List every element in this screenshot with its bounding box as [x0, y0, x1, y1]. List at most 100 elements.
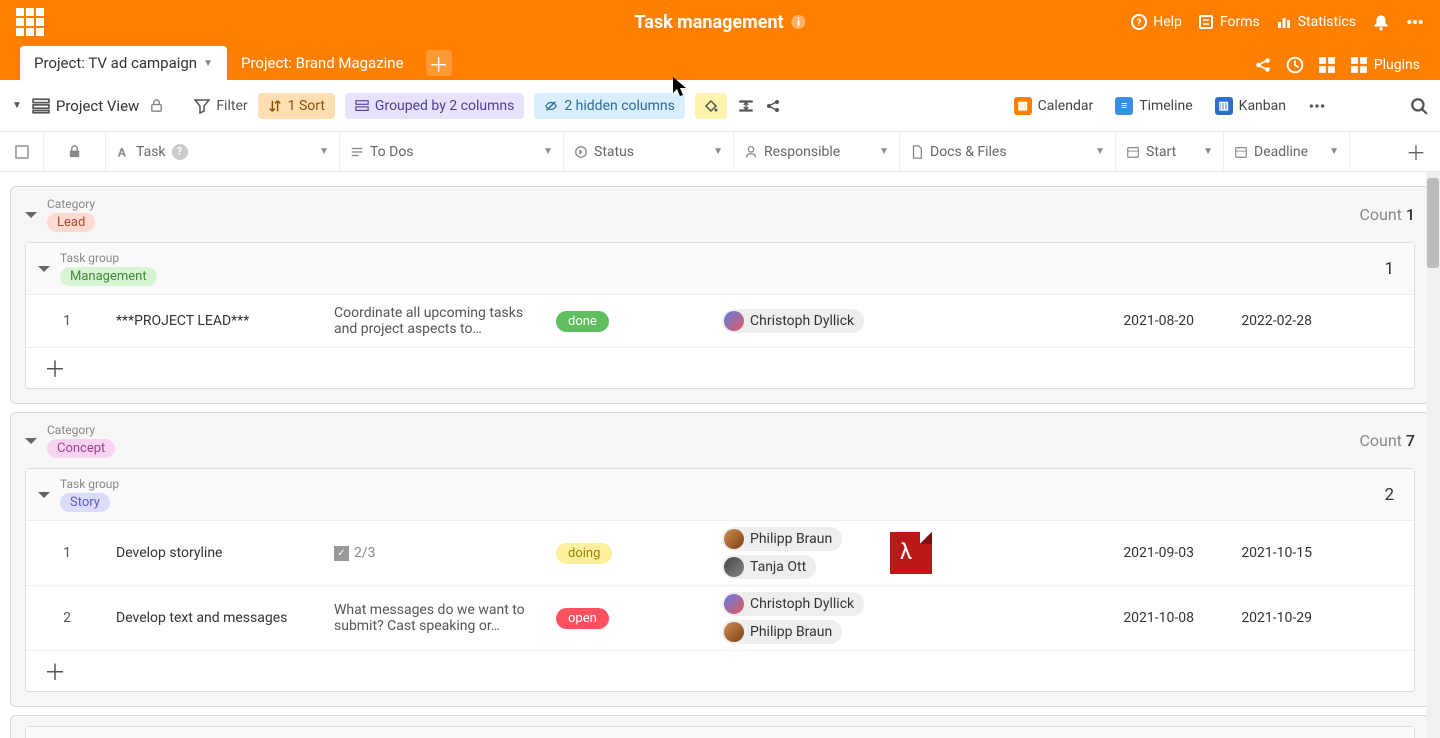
cell-todos[interactable]: What messages do we want to submit? Cast… [326, 586, 548, 650]
add-tab-button[interactable]: ＋ [426, 50, 452, 76]
column-docs[interactable]: Docs & Files ▼ [900, 132, 1116, 171]
cell-deadline[interactable]: 2022-02-28 [1204, 295, 1320, 347]
plus-icon[interactable]: ＋ [44, 655, 66, 687]
add-column-button[interactable]: ＋ [1392, 132, 1440, 171]
kanban-view-button[interactable]: ▥ Kanban [1215, 97, 1286, 115]
forms-link[interactable]: Forms [1198, 14, 1260, 30]
chevron-down-icon: ▼ [319, 146, 329, 157]
help-icon: ? [172, 144, 188, 160]
plus-icon[interactable]: ＋ [44, 352, 66, 384]
cell-task[interactable]: Develop text and messages [108, 586, 326, 650]
calendar-icon [1126, 145, 1140, 159]
calendar-view-button[interactable]: ▦ Calendar [1014, 97, 1094, 115]
cell-responsible[interactable]: Christoph Dyllick [718, 295, 882, 347]
cell-start[interactable]: 2021-08-20 [1096, 295, 1204, 347]
sort-button[interactable]: 1 Sort [258, 93, 335, 119]
cell-deadline[interactable]: 2021-10-29 [1204, 586, 1320, 650]
cell-responsible[interactable]: Christoph Dyllick Philipp Braun [718, 586, 882, 650]
cell-todos[interactable]: ✓2/3 [326, 521, 548, 585]
cell-status[interactable]: done [548, 295, 718, 347]
person-chip[interactable]: Christoph Dyllick [722, 309, 864, 333]
cell-docs[interactable] [882, 521, 1096, 585]
cell-todos[interactable]: Coordinate all upcoming tasks and projec… [326, 295, 548, 347]
status-badge: done [556, 311, 609, 332]
more-views-icon[interactable] [1308, 97, 1326, 115]
history-icon[interactable] [1286, 56, 1304, 74]
statistics-link[interactable]: Statistics [1276, 14, 1356, 30]
hidden-columns-button[interactable]: 2 hidden columns [534, 93, 685, 119]
pdf-icon[interactable] [890, 532, 932, 574]
cell-start[interactable]: 2021-10-08 [1096, 586, 1204, 650]
column-deadline[interactable]: Deadline ▼ [1224, 132, 1350, 171]
share-button[interactable] [765, 98, 781, 114]
scrollbar-thumb[interactable] [1427, 178, 1439, 268]
subgroup-header[interactable]: Task group Management 1 [26, 243, 1414, 295]
table-row[interactable]: 2 Develop text and messages What message… [26, 586, 1414, 651]
bell-icon[interactable] [1372, 13, 1390, 31]
help-link[interactable]: ? Help [1131, 14, 1182, 30]
cell-start[interactable]: 2021-09-03 [1096, 521, 1204, 585]
column-task[interactable]: A Task ? ▼ [106, 132, 340, 171]
plugins-link[interactable]: Plugins [1350, 56, 1420, 74]
cell-task[interactable]: ***PROJECT LEAD*** [108, 295, 326, 347]
table-row[interactable]: 1 Develop storyline ✓2/3 doing Philipp B… [26, 521, 1414, 586]
person-name: Christoph Dyllick [750, 313, 854, 329]
person-name: Tanja Ott [750, 559, 806, 575]
collapse-caret-icon[interactable] [38, 492, 50, 504]
column-start[interactable]: Start ▼ [1116, 132, 1224, 171]
info-icon[interactable]: i [792, 15, 806, 29]
subgroup: Task group Management 1 1 ***PROJECT LEA… [25, 242, 1415, 389]
cell-deadline[interactable]: 2021-10-15 [1204, 521, 1320, 585]
more-icon[interactable] [1406, 13, 1424, 31]
column-todos[interactable]: To Dos ▼ [340, 132, 564, 171]
row-height-icon[interactable] [737, 97, 755, 115]
scrollbar[interactable] [1426, 172, 1440, 738]
group-header[interactable]: Category Lead Count1 [11, 187, 1429, 242]
avatar [724, 622, 744, 642]
cell-docs[interactable] [882, 586, 1096, 650]
search-icon[interactable] [1410, 97, 1428, 115]
group-card: Category Lead Count1 Task group Manageme… [10, 186, 1430, 404]
cell-task[interactable]: Develop storyline [108, 521, 326, 585]
person-chip[interactable]: Tanja Ott [722, 555, 816, 579]
lock-icon[interactable] [149, 98, 164, 113]
chevron-down-icon: ▼ [543, 146, 553, 157]
collapse-caret-icon[interactable] [25, 438, 37, 450]
cell-status[interactable]: doing [548, 521, 718, 585]
person-chip[interactable]: Philipp Braun [722, 527, 842, 551]
toolbar-menu-chevron-icon[interactable]: ▼ [12, 100, 22, 111]
cell-status[interactable]: open [548, 586, 718, 650]
person-chip[interactable]: Philipp Braun [722, 620, 842, 644]
dashboard-icon[interactable] [1318, 56, 1336, 74]
person-chip[interactable]: Christoph Dyllick [722, 592, 864, 616]
group-button[interactable]: Grouped by 2 columns [345, 93, 524, 119]
add-row[interactable]: ＋ [26, 651, 1414, 691]
toolbar: ▼ Project View Filter 1 Sort Grouped by … [0, 80, 1440, 132]
share-icon[interactable] [1254, 56, 1272, 74]
tab-project-brand-magazine[interactable]: Project: Brand Magazine [227, 46, 418, 80]
subgroup-header[interactable]: Task group Story 2 [26, 469, 1414, 521]
table-row[interactable]: 1 ***PROJECT LEAD*** Coordinate all upco… [26, 295, 1414, 348]
column-status[interactable]: Status ▼ [564, 132, 734, 171]
select-icon [574, 145, 588, 159]
collapse-caret-icon[interactable] [25, 212, 37, 224]
filter-button[interactable]: Filter [194, 98, 247, 114]
add-row[interactable]: ＋ [26, 348, 1414, 388]
collapse-caret-icon[interactable] [38, 266, 50, 278]
project-view-button[interactable]: Project View [32, 97, 139, 115]
subgroup: Task group Story 2 1 Develop storyline ✓… [25, 468, 1415, 692]
row-number: 2 [26, 586, 108, 650]
paint-bucket-icon[interactable] [695, 93, 727, 119]
column-responsible[interactable]: Responsible ▼ [734, 132, 900, 171]
timeline-view-button[interactable]: ≡ Timeline [1115, 97, 1192, 115]
cell-responsible[interactable]: Philipp Braun Tanja Ott [718, 521, 882, 585]
apps-grid-icon[interactable] [16, 8, 44, 36]
cell-docs[interactable] [882, 295, 1096, 347]
top-bar: Task management i ? Help Forms Statistic… [0, 0, 1440, 44]
tab-project-tv-ad[interactable]: Project: TV ad campaign ▼ [20, 46, 227, 80]
group-header[interactable]: Category Concept Count7 [11, 413, 1429, 468]
category-label: Category [47, 197, 95, 211]
subgroup-count: 1 [1384, 259, 1402, 279]
checkbox-icon: ✓ [334, 546, 349, 561]
select-all-checkbox[interactable] [0, 132, 44, 171]
